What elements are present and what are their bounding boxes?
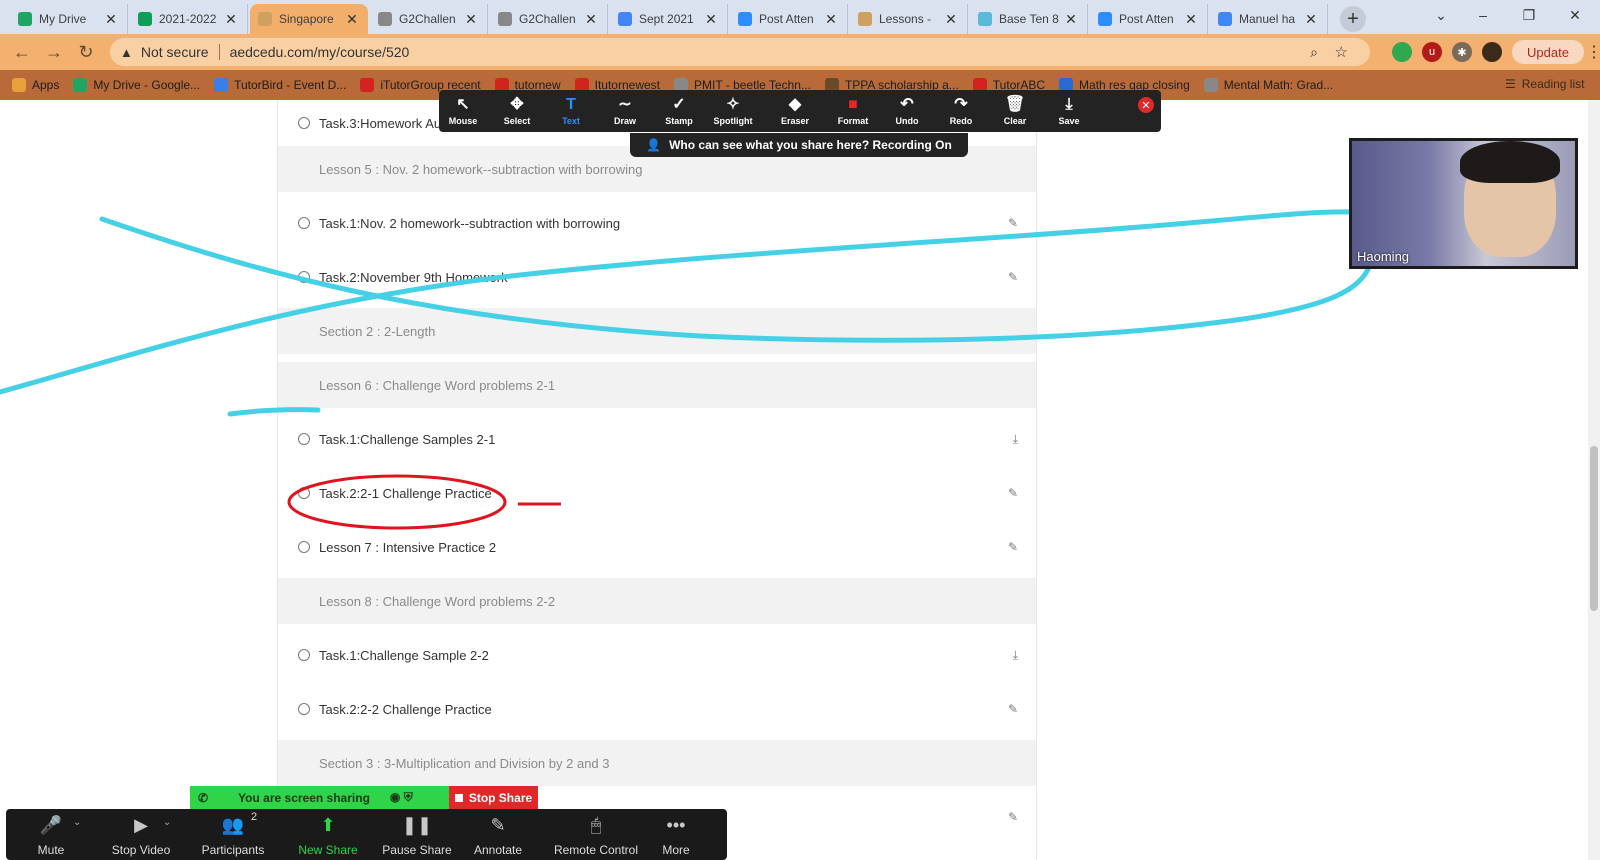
screen-sharing-indicator: ✆ You are screen sharing ◉ ⛨ Stop Share (190, 786, 538, 809)
tool-select[interactable]: ✥ Select (491, 92, 543, 130)
stop-icon (454, 793, 463, 802)
participant-hair (1460, 141, 1560, 183)
close-annotation-icon[interactable]: ✕ (1138, 97, 1154, 113)
tool-clear[interactable]: 🗑 Clear (989, 92, 1041, 130)
stop-video-icon: ▶ (134, 815, 148, 835)
pause-share-icon: ❚❚ (401, 815, 433, 835)
tool-label: Save (1058, 116, 1080, 126)
text-icon: T (566, 96, 576, 113)
more-button[interactable]: ••• More (654, 813, 698, 857)
annotation-toolbar: ↖ Mouse ✥ Select T Text ∼ Draw ✓ Stamp ✧ Spotlight ◆… (439, 90, 1161, 132)
button-label: Stop Video (111, 843, 171, 857)
button-label: Annotate (473, 843, 523, 857)
tool-text[interactable]: T Text (545, 92, 597, 130)
red-annotation-circle (287, 474, 507, 530)
save-icon: ⤓ (1065, 96, 1073, 113)
redo-icon: ↷ (954, 96, 968, 113)
mute-button[interactable]: 🎤 Mute (32, 813, 70, 857)
stop-share-button[interactable]: Stop Share (449, 786, 538, 809)
stamp-icon: ✓ (672, 96, 686, 113)
phone-icon: ✆ (198, 790, 209, 805)
more-icon: ••• (666, 815, 686, 835)
tool-label: Format (837, 116, 869, 126)
mute-icon: 🎤 (39, 815, 63, 835)
participant-video[interactable]: Haoming (1349, 138, 1578, 269)
tool-eraser[interactable]: ◆ Eraser (769, 92, 821, 130)
button-label: Pause Share (382, 843, 452, 857)
tool-label: Redo (949, 116, 973, 126)
spotlight-icon: ✧ (726, 96, 740, 113)
tool-mouse[interactable]: ↖ Mouse (437, 92, 489, 130)
video-options-caret[interactable]: ⌄ (163, 817, 171, 828)
draw-icon: ∼ (618, 96, 632, 113)
person-icon: 👤 (646, 138, 662, 152)
stop-share-label: Stop Share (468, 790, 533, 805)
sharing-label: You are screen sharing (238, 790, 370, 805)
tool-label: Text (562, 116, 580, 126)
eraser-icon: ◆ (788, 96, 802, 113)
tool-label: Eraser (780, 116, 810, 126)
undo-icon: ↶ (900, 96, 914, 113)
cyan-annotation-stroke-3 (227, 407, 321, 417)
recording-banner[interactable]: 👤 Who can see what you share here? Recor… (630, 133, 968, 157)
remote-control-icon: 🖱 (590, 815, 602, 835)
button-label: Participants (201, 843, 265, 857)
tool-undo[interactable]: ↶ Undo (881, 92, 933, 130)
tool-stamp[interactable]: ✓ Stamp (653, 92, 705, 130)
button-label: More (662, 843, 690, 857)
tool-format[interactable]: ■ Format (827, 92, 879, 130)
tool-label: Select (503, 116, 531, 126)
tool-draw[interactable]: ∼ Draw (599, 92, 651, 130)
mouse-icon: ↖ (456, 96, 470, 113)
format-icon: ■ (848, 96, 858, 113)
cyan-annotation-stroke-2 (0, 209, 1355, 395)
clear-icon: 🗑 (1004, 96, 1026, 113)
tool-label: Stamp (665, 116, 693, 126)
tool-label: Clear (1003, 116, 1027, 126)
remote-control-button[interactable]: 🖱 Remote Control (548, 813, 644, 857)
mute-options-caret[interactable]: ⌄ (73, 817, 81, 828)
annotate-button[interactable]: ✎ Annotate (470, 813, 526, 857)
tool-spotlight[interactable]: ✧ Spotlight (707, 92, 759, 130)
tool-label: Spotlight (713, 116, 753, 126)
sharing-status[interactable]: ✆ You are screen sharing ◉ ⛨ (190, 786, 449, 809)
banner-text: Who can see what you share here? Recordi… (669, 138, 952, 152)
meeting-controls: 🎤 Mute ▶ Stop Video 👥 Participants ⬆ New Share ❚… (6, 809, 727, 860)
pause-share-button[interactable]: ❚❚ Pause Share (382, 813, 452, 857)
screen: My Drive ✕ 2021-2022 ✕ Singapore ✕ G2Challen ✕ G… (0, 0, 1600, 860)
new-share-icon: ⬆ (320, 815, 336, 835)
button-label: New Share (298, 843, 358, 857)
tool-label: Mouse (448, 116, 478, 126)
tool-save[interactable]: ⤓ Save (1043, 92, 1095, 130)
button-label: Remote Control (553, 843, 639, 857)
select-icon: ✥ (510, 96, 524, 113)
button-label: Mute (37, 843, 65, 857)
participant-name: Haoming (1357, 249, 1410, 264)
new-share-button[interactable]: ⬆ New Share (298, 813, 358, 857)
tool-label: Undo (895, 116, 919, 126)
tool-label: Draw (613, 116, 636, 126)
participants-icon: 👥 (221, 815, 245, 835)
tool-redo[interactable]: ↷ Redo (935, 92, 987, 130)
cyan-annotation-stroke-1 (99, 216, 1373, 343)
annotate-icon: ✎ (490, 815, 506, 835)
shield-icon: ◉ ⛨ (389, 790, 413, 804)
participants-count: 2 (251, 811, 258, 823)
